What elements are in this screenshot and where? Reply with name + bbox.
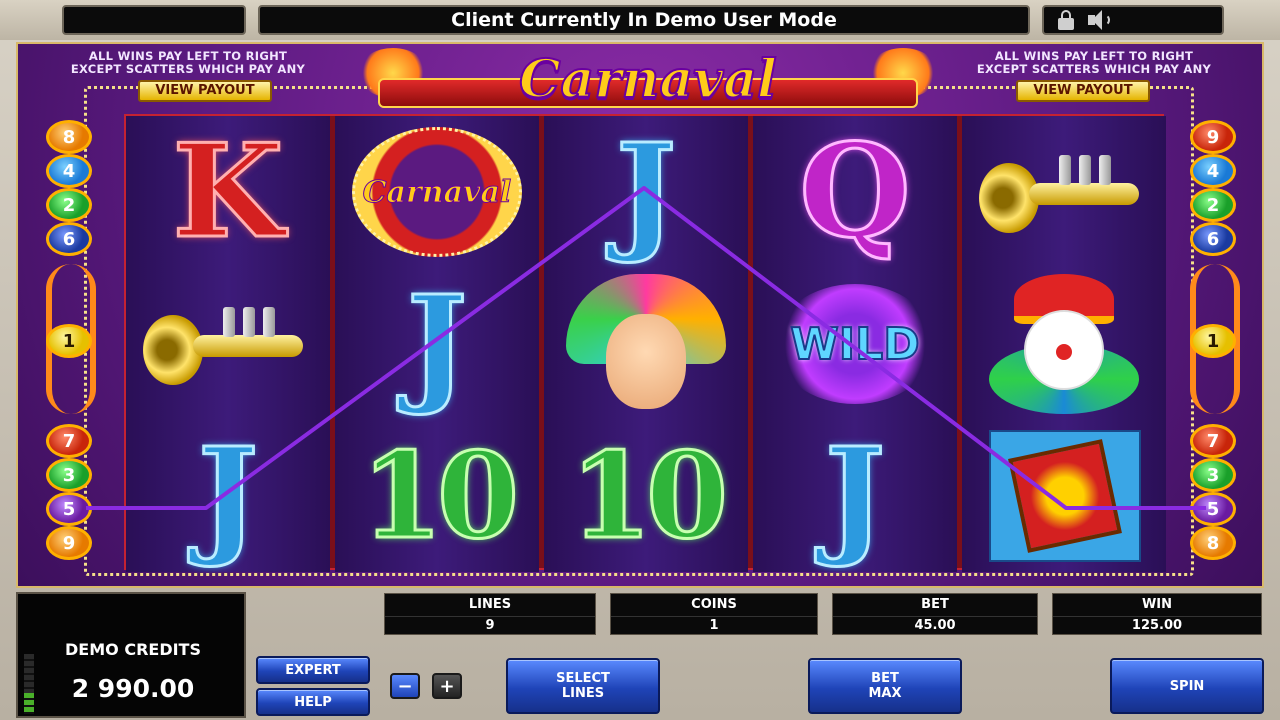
game-title: Carnaval — [518, 49, 778, 111]
win-value: 125.00 — [1053, 616, 1261, 634]
credits-label: DEMO CREDITS — [65, 640, 201, 659]
symbol-cell — [544, 268, 748, 420]
game-logo: Carnaval — [358, 48, 938, 114]
bet-label: BET — [921, 597, 949, 612]
right-rules-note: ALL WINS PAY LEFT TO RIGHT EXCEPT SCATTE… — [944, 50, 1244, 76]
coins-value: 1 — [611, 616, 817, 634]
line-number-left[interactable]: 5 — [46, 492, 92, 526]
symbol-cell — [126, 268, 330, 420]
symbol-cell: J — [126, 420, 330, 572]
line-number-left[interactable]: 4 — [46, 154, 92, 188]
reel-4: Q WILD J — [753, 116, 957, 572]
credits-panel: DEMO CREDITS 2 990.00 — [16, 592, 246, 718]
right-line-numbers: 9 4 2 6 1 7 3 5 8 — [1184, 114, 1244, 570]
speaker-icon[interactable] — [1088, 10, 1114, 30]
symbol-q: Q — [798, 117, 912, 267]
trumpet-icon — [143, 289, 313, 399]
carnaval-scatter-icon: Carnaval — [352, 127, 522, 257]
symbol-10: 10 — [568, 426, 729, 565]
top-left-panel — [62, 5, 246, 35]
line-number-right[interactable]: 6 — [1190, 222, 1236, 256]
symbol-cell: Q — [753, 116, 957, 268]
line-number-left[interactable]: 2 — [46, 188, 92, 222]
line-number-right[interactable]: 8 — [1190, 526, 1236, 560]
symbol-cell — [962, 116, 1166, 268]
line-number-right[interactable]: 4 — [1190, 154, 1236, 188]
game-window: Client Currently In Demo User Mode ALL W… — [0, 0, 1280, 720]
line-number-right[interactable]: 7 — [1190, 424, 1236, 458]
symbol-cell: 10 — [335, 420, 539, 572]
reel-1: K J — [126, 116, 330, 572]
reel-3: J 10 — [544, 116, 748, 572]
symbol-j: J — [405, 269, 469, 419]
coins-display: COINS 1 — [610, 593, 818, 635]
view-payout-left-button[interactable]: VIEW PAYOUT — [138, 80, 272, 102]
flag-icon — [979, 426, 1149, 566]
demo-mode-message: Client Currently In Demo User Mode — [258, 5, 1030, 35]
left-rules-note: ALL WINS PAY LEFT TO RIGHT EXCEPT SCATTE… — [38, 50, 338, 76]
left-line-numbers: 8 4 2 6 1 7 3 5 9 — [40, 114, 100, 570]
coin-decrease-button[interactable]: − — [390, 673, 420, 699]
symbol-cell — [962, 268, 1166, 420]
wild-text: WILD — [789, 318, 920, 371]
bet-value: 45.00 — [833, 616, 1037, 634]
symbol-cell: K — [126, 116, 330, 268]
trumpet-icon — [979, 137, 1149, 247]
symbol-cell: 10 — [544, 420, 748, 572]
lock-icon[interactable] — [1058, 10, 1074, 30]
view-payout-right-button[interactable]: VIEW PAYOUT — [1016, 80, 1150, 102]
coins-label: COINS — [691, 597, 737, 612]
top-right-controls — [1042, 5, 1224, 35]
lines-label: LINES — [468, 597, 512, 612]
symbol-j: J — [823, 421, 887, 571]
win-display: WIN 125.00 — [1052, 593, 1262, 635]
line-number-left[interactable]: 3 — [46, 458, 92, 492]
line-number-left[interactable]: 8 — [46, 120, 92, 154]
line-number-left[interactable]: 7 — [46, 424, 92, 458]
symbol-cell: Carnaval — [335, 116, 539, 268]
spin-button[interactable]: SPIN — [1110, 658, 1264, 714]
symbol-j: J — [614, 117, 678, 267]
game-board: ALL WINS PAY LEFT TO RIGHT EXCEPT SCATTE… — [16, 42, 1264, 588]
line-number-right[interactable]: 1 — [1190, 324, 1236, 358]
line-number-right[interactable]: 9 — [1190, 120, 1236, 154]
symbol-cell — [962, 420, 1166, 572]
line-number-left[interactable]: 9 — [46, 526, 92, 560]
expert-button[interactable]: EXPERT — [256, 656, 370, 684]
line-number-left[interactable]: 1 — [46, 324, 92, 358]
line-number-right[interactable]: 5 — [1190, 492, 1236, 526]
win-label: WIN — [1141, 597, 1173, 612]
line-number-right[interactable]: 3 — [1190, 458, 1236, 492]
select-lines-button[interactable]: SELECT LINES — [506, 658, 660, 714]
help-button[interactable]: HELP — [256, 688, 370, 716]
bet-max-button[interactable]: BET MAX — [808, 658, 962, 714]
coin-increase-button[interactable]: + — [432, 673, 462, 699]
line-number-left[interactable]: 6 — [46, 222, 92, 256]
dancer-icon — [566, 274, 726, 414]
carnaval-symbol-text: Carnaval — [362, 174, 512, 210]
credits-value: 2 990.00 — [71, 674, 195, 703]
symbol-j: J — [196, 421, 260, 571]
lines-value: 9 — [385, 616, 595, 634]
symbol-cell: J — [335, 268, 539, 420]
wild-icon: WILD — [765, 274, 945, 414]
left-rules-text: ALL WINS PAY LEFT TO RIGHT EXCEPT SCATTE… — [70, 49, 306, 76]
right-rules-text: ALL WINS PAY LEFT TO RIGHT EXCEPT SCATTE… — [976, 49, 1212, 76]
symbol-cell: J — [753, 420, 957, 572]
symbol-cell: J — [544, 116, 748, 268]
top-bar: Client Currently In Demo User Mode — [0, 0, 1280, 40]
bet-display: BET 45.00 — [832, 593, 1038, 635]
reel-5 — [962, 116, 1166, 572]
clown-icon — [984, 274, 1144, 414]
reels-area: K J Carnaval J 10 J 10 Q WILD J — [124, 114, 1166, 572]
symbol-cell: WILD — [753, 268, 957, 420]
line-number-right[interactable]: 2 — [1190, 188, 1236, 222]
reel-2: Carnaval J 10 — [335, 116, 539, 572]
symbol-10: 10 — [359, 426, 520, 565]
lines-display: LINES 9 — [384, 593, 596, 635]
symbol-k: K — [171, 117, 285, 267]
